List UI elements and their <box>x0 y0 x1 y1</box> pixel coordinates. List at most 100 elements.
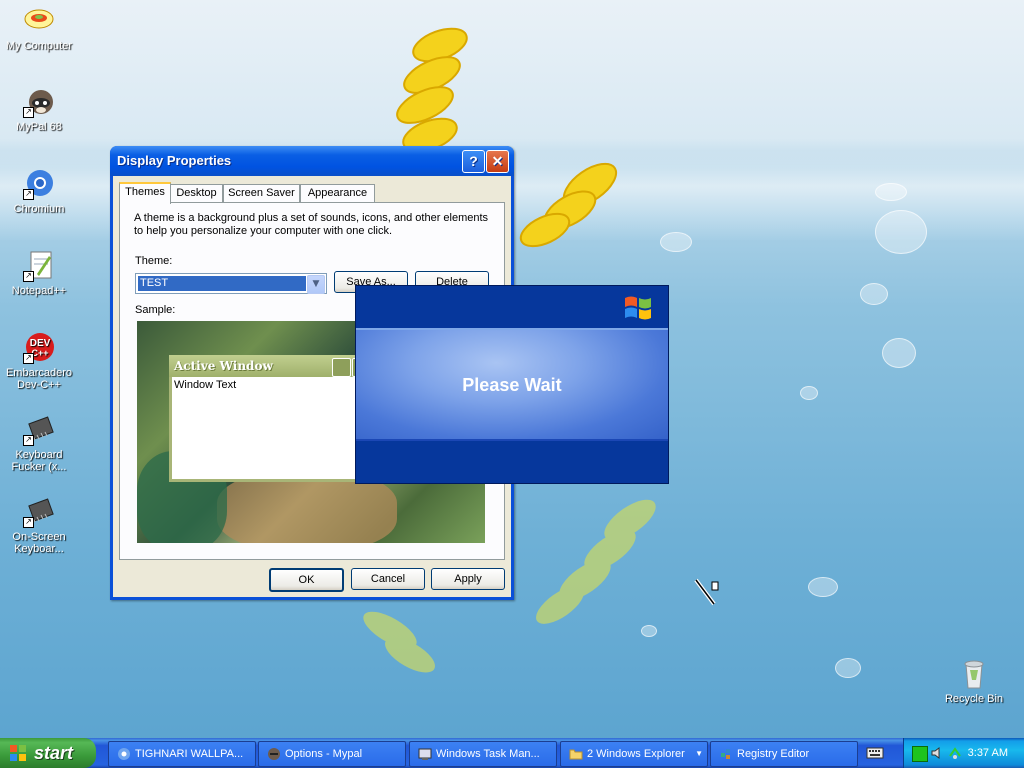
taskbar-item-label: Registry Editor <box>737 748 810 760</box>
taskbar-item-label: TIGHNARI WALLPA... <box>135 748 244 760</box>
help-icon: ? <box>469 153 478 169</box>
window-title: Display Properties <box>117 153 232 168</box>
start-button[interactable]: start <box>0 738 96 768</box>
desktop-icon-label: MyPal 68 <box>16 121 62 133</box>
taskbar: start TIGHNARI WALLPA... Options - Mypal… <box>0 738 1024 768</box>
status-green-icon[interactable] <box>912 746 928 762</box>
please-wait-message: Please Wait <box>462 375 562 395</box>
desktop-icon-label: Embarcadero Dev-C++ <box>5 367 73 391</box>
group-chevron-down-icon: ▼ <box>695 749 703 758</box>
task-manager-icon <box>418 746 432 761</box>
mypal-icon: ↗ <box>23 86 55 118</box>
tab-label: Screen Saver <box>228 187 295 199</box>
theme-select-value: TEST <box>138 276 306 291</box>
wait-footer-band <box>356 439 668 483</box>
preview-window-title: Active Window <box>174 359 273 373</box>
keyboard-layout-icon[interactable] <box>866 745 884 761</box>
bubble <box>875 210 927 254</box>
taskbar-item-windows-explorer[interactable]: 2 Windows Explorer ▼ <box>560 741 708 767</box>
desktop-icon-onscreen-keyboard[interactable]: ↗ On-Screen Keyboar... <box>1 496 77 555</box>
start-label: start <box>34 743 74 763</box>
tab-label: Themes <box>125 186 165 198</box>
bubble <box>641 625 657 637</box>
network-icon[interactable] <box>948 746 962 760</box>
my-computer-icon <box>23 5 55 37</box>
tab-themes[interactable]: Themes <box>119 182 171 204</box>
devcpp-icon: DEV C++ ↗ <box>23 332 55 364</box>
chromium-icon <box>117 746 131 761</box>
chevron-down-icon[interactable]: ▼ <box>307 275 325 294</box>
keyboard-chip-icon: ↗ <box>23 414 55 446</box>
apply-button[interactable]: Apply <box>431 568 505 590</box>
themes-description: A theme is a background plus a set of so… <box>134 212 489 237</box>
taskbar-item-task-manager[interactable]: Windows Task Man... <box>409 741 557 767</box>
shortcut-arrow-icon: ↗ <box>23 517 34 528</box>
windows-logo-icon <box>625 296 651 320</box>
help-button[interactable]: ? <box>462 150 485 173</box>
cursor-icon <box>694 578 719 606</box>
shortcut-arrow-icon: ↗ <box>23 189 34 200</box>
theme-label: Theme: <box>135 255 173 267</box>
bubble <box>835 658 861 678</box>
desktop-icon-mypal[interactable]: ↗ MyPal 68 <box>1 86 77 133</box>
ok-button[interactable]: OK <box>269 568 344 592</box>
desktop-icon-keyboard-tool[interactable]: ↗ Keyboard Fucker (x... <box>1 414 77 473</box>
tab-appearance[interactable]: Appearance <box>300 184 375 202</box>
desktop-icon-label: Recycle Bin <box>944 693 1004 705</box>
chromium-icon: ↗ <box>23 168 55 200</box>
desktop-icon-label: Keyboard Fucker (x... <box>11 449 67 473</box>
registry-editor-icon <box>719 746 733 760</box>
taskbar-item-tighnari[interactable]: TIGHNARI WALLPA... <box>108 741 256 767</box>
close-button[interactable]: ✕ <box>486 150 509 173</box>
taskbar-item-registry-editor[interactable]: Registry Editor <box>710 741 858 767</box>
bubble <box>860 283 888 305</box>
tab-label: Appearance <box>307 187 368 199</box>
close-icon: ✕ <box>491 153 504 169</box>
speaker-icon[interactable] <box>930 746 944 760</box>
tab-label: Desktop <box>176 187 217 199</box>
tab-desktop[interactable]: Desktop <box>170 184 223 202</box>
desktop-icon-notepadpp[interactable]: ↗ Notepad++ <box>1 250 77 297</box>
taskbar-item-label: 2 Windows Explorer <box>587 748 685 760</box>
bubble <box>875 183 907 201</box>
bubble <box>882 338 916 368</box>
desktop-icon-label: On-Screen Keyboar... <box>12 531 66 555</box>
shortcut-arrow-icon: ↗ <box>23 353 34 364</box>
windows-logo-icon <box>10 745 26 761</box>
recycle-bin-icon <box>958 658 990 690</box>
taskbar-item-label: Options - Mypal <box>285 748 363 760</box>
taskbar-item-label: Windows Task Man... <box>436 748 540 760</box>
desktop-icon-my-computer[interactable]: My Computer <box>1 5 77 52</box>
desktop-icon-recycle-bin[interactable]: Recycle Bin <box>936 658 1012 705</box>
cancel-button[interactable]: Cancel <box>351 568 425 590</box>
desktop-icon-label: Notepad++ <box>11 285 67 297</box>
mypal-icon <box>267 746 281 761</box>
desktop-icon-chromium[interactable]: ↗ Chromium <box>1 168 77 215</box>
minimize-icon <box>332 358 351 377</box>
theme-select[interactable]: TEST ▼ <box>135 273 327 294</box>
bubble <box>660 232 692 252</box>
desktop-icon-devcpp[interactable]: DEV C++ ↗ Embarcadero Dev-C++ <box>1 332 77 391</box>
please-wait-dialog: Please Wait <box>355 285 669 484</box>
sample-label: Sample: <box>135 304 176 316</box>
shortcut-arrow-icon: ↗ <box>23 435 34 446</box>
tab-screen-saver[interactable]: Screen Saver <box>223 184 300 202</box>
preview-window-titlebar: Active Window <box>169 355 375 377</box>
notepadpp-icon: ↗ <box>23 250 55 282</box>
wait-header-band <box>356 286 668 330</box>
desktop-icon-label: Chromium <box>13 203 65 215</box>
window-titlebar[interactable]: Display Properties ? ✕ <box>110 146 514 176</box>
bubble <box>808 577 838 597</box>
preview-active-window: Active Window Window Text <box>169 355 375 482</box>
shortcut-arrow-icon: ↗ <box>23 107 34 118</box>
folder-icon <box>569 746 583 760</box>
bubble <box>800 386 818 400</box>
preview-window-text: Window Text <box>172 377 372 479</box>
shortcut-arrow-icon: ↗ <box>23 271 34 282</box>
system-tray: 3:37 AM <box>903 738 1024 768</box>
keyboard-chip-icon: ↗ <box>23 496 55 528</box>
clock[interactable]: 3:37 AM <box>968 738 1008 768</box>
desktop-icon-label: My Computer <box>5 40 73 52</box>
svg-text:C++: C++ <box>31 348 48 358</box>
taskbar-item-mypal-options[interactable]: Options - Mypal <box>258 741 406 767</box>
